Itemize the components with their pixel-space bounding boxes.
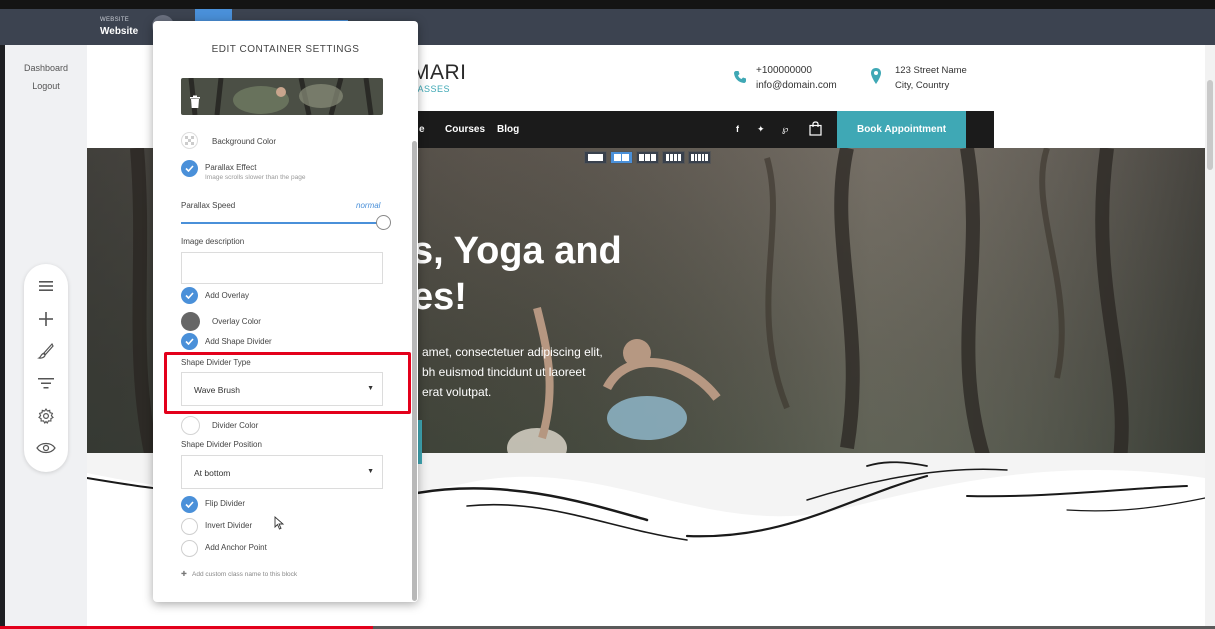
layout-2-column[interactable]	[610, 151, 633, 164]
trash-icon[interactable]	[189, 95, 201, 109]
plus-icon[interactable]	[34, 307, 58, 331]
shape-divider-position-select[interactable]: At bottom ▼	[181, 455, 383, 489]
add-overlay-checkbox[interactable]	[181, 287, 198, 304]
eye-icon[interactable]	[34, 436, 58, 460]
add-anchor-point-checkbox[interactable]	[181, 540, 198, 557]
layout-5-column[interactable]	[688, 151, 711, 164]
checkmark-icon	[185, 165, 194, 172]
layout-switcher	[584, 151, 711, 164]
invert-divider-checkbox[interactable]	[181, 518, 198, 535]
mouse-cursor-icon	[274, 516, 285, 530]
hero-text[interactable]: amet, consectetuer adipiscing elit, bh e…	[422, 342, 642, 402]
panel-scrollbar[interactable]	[412, 141, 417, 601]
hero-title-line-1: s, Yoga and	[412, 230, 622, 272]
address-line-2: City, Country	[895, 80, 950, 91]
invert-divider-label: Invert Divider	[205, 521, 253, 530]
parallax-effect-sub: Image scrolls slower than the page	[205, 174, 306, 181]
edit-container-settings-panel: EDIT CONTAINER SETTINGS Background Color…	[153, 21, 418, 602]
parallax-speed-value: normal	[356, 201, 381, 210]
parallax-effect-checkbox[interactable]	[181, 160, 198, 177]
canvas-scrollbar-thumb[interactable]	[1207, 80, 1213, 170]
image-description-input[interactable]	[181, 252, 383, 284]
layout-1-column[interactable]	[584, 151, 607, 164]
menu-icon[interactable]	[34, 274, 58, 298]
pinterest-icon[interactable]: ℘	[782, 124, 788, 135]
divider-color-label: Divider Color	[212, 421, 259, 430]
layout-4-column[interactable]	[662, 151, 685, 164]
hero-title[interactable]: s, Yoga and es!	[412, 228, 672, 320]
shape-divider-position-value: At bottom	[194, 468, 231, 478]
transparent-swatch-icon[interactable]	[181, 132, 198, 149]
annotation-highlight-box	[164, 352, 411, 414]
logout-link[interactable]: Logout	[5, 81, 87, 91]
top-strip	[0, 0, 1215, 9]
hero-text-line-1: amet, consectetuer adipiscing elit,	[422, 345, 603, 359]
image-description-label: Image description	[181, 237, 245, 246]
checkmark-icon	[185, 338, 194, 345]
overlay-color-swatch[interactable]	[181, 312, 200, 331]
parallax-speed-slider[interactable]	[181, 215, 391, 230]
hero-text-line-2: bh euismod tincidunt ut laoreet	[422, 365, 586, 379]
nav-item-courses[interactable]: Courses	[445, 124, 485, 135]
background-color-label[interactable]: Background Color	[212, 137, 276, 146]
email-address[interactable]: info@domain.com	[756, 78, 837, 93]
hero-text-line-3: erat volutpat.	[422, 385, 492, 399]
phone-number[interactable]: +100000000	[756, 63, 812, 78]
shopping-bag-icon[interactable]	[809, 121, 822, 136]
dashboard-link[interactable]: Dashboard	[5, 63, 87, 73]
site-selector[interactable]: Website	[100, 26, 138, 37]
phone-icon	[734, 71, 746, 83]
add-anchor-point-label: Add Anchor Point	[205, 543, 267, 552]
panel-title: EDIT CONTAINER SETTINGS	[211, 44, 360, 55]
dropdown-arrow-icon: ▼	[367, 468, 374, 475]
parallax-speed-slider-fill	[181, 222, 383, 224]
site-label-small: WEBSITE	[100, 17, 130, 23]
add-shape-divider-label: Add Shape Divider	[205, 337, 272, 346]
checkmark-icon	[185, 501, 194, 508]
shape-divider-position-label: Shape Divider Position	[181, 440, 262, 449]
nav-item-home[interactable]: e	[419, 124, 425, 135]
hero-title-line-2: es!	[412, 276, 467, 318]
nav-item-blog[interactable]: Blog	[497, 124, 519, 135]
facebook-icon[interactable]: f	[736, 124, 739, 134]
brush-icon[interactable]	[34, 339, 58, 363]
divider-color-swatch[interactable]	[181, 416, 200, 435]
site-brand[interactable]: MARI	[412, 61, 467, 85]
flip-divider-checkbox[interactable]	[181, 496, 198, 513]
background-image-preview[interactable]	[181, 78, 383, 115]
tool-palette	[24, 264, 68, 472]
flip-divider-label: Flip Divider	[205, 499, 246, 508]
layout-3-column[interactable]	[636, 151, 659, 164]
add-shape-divider-checkbox[interactable]	[181, 333, 198, 350]
book-appointment-button[interactable]: Book Appointment	[837, 111, 966, 148]
overlay-color-label: Overlay Color	[212, 317, 261, 326]
parallax-speed-slider-handle[interactable]	[376, 215, 391, 230]
filter-icon[interactable]	[34, 372, 58, 396]
location-pin-icon	[871, 68, 881, 84]
gear-icon[interactable]	[34, 404, 58, 428]
parallax-effect-label: Parallax Effect	[205, 163, 257, 172]
address-line-1: 123 Street Name	[895, 65, 967, 76]
plus-icon[interactable]: ✚	[181, 570, 187, 578]
parallax-speed-label: Parallax Speed	[181, 201, 236, 210]
checkmark-icon	[185, 292, 194, 299]
add-custom-class-link[interactable]: Add custom class name to this block	[192, 571, 297, 578]
twitter-icon[interactable]: ✦	[757, 124, 765, 135]
add-overlay-label: Add Overlay	[205, 291, 250, 300]
